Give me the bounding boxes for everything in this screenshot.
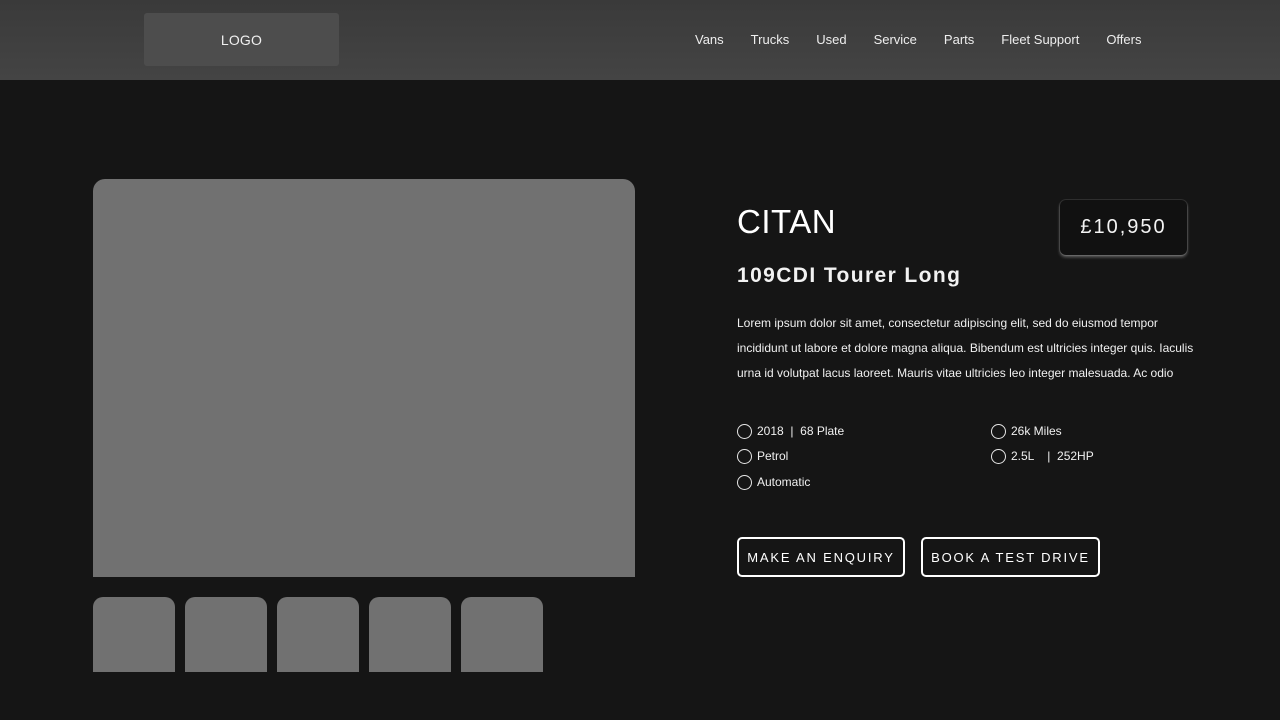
price-badge: £10,950 [1060, 200, 1187, 255]
thumbnail-strip [93, 597, 553, 672]
nav-vans[interactable]: Vans [695, 32, 724, 47]
spec-label: 26k Miles [1011, 424, 1062, 438]
spec-year-plate: 2018 | 68 Plate [737, 421, 844, 441]
spec-mileage: 26k Miles [991, 421, 1062, 441]
circle-icon [737, 423, 752, 439]
spec-label: 2018 | 68 Plate [757, 424, 845, 438]
spec-transmission: Automatic [737, 472, 810, 492]
thumbnail-5[interactable] [461, 597, 543, 672]
main-nav: Vans Trucks Used Service Parts Fleet Sup… [695, 30, 1141, 48]
circle-icon [991, 423, 1006, 439]
thumbnail-2[interactable] [185, 597, 267, 672]
nav-used[interactable]: Used [816, 32, 846, 47]
nav-parts[interactable]: Parts [944, 32, 974, 47]
thumbnail-3[interactable] [277, 597, 359, 672]
thumbnail-1[interactable] [93, 597, 175, 672]
vehicle-description: Lorem ipsum dolor sit amet, consectetur … [737, 316, 1194, 380]
nav-offers[interactable]: Offers [1106, 32, 1141, 47]
spec-label: Petrol [757, 449, 789, 463]
main-vehicle-image [93, 179, 635, 577]
spec-label: 2.5L | 252HP [1011, 449, 1094, 463]
nav-service[interactable]: Service [874, 32, 917, 47]
circle-icon [737, 448, 752, 464]
logo[interactable]: LOGO [144, 13, 339, 66]
nav-trucks[interactable]: Trucks [751, 32, 790, 47]
book-test-drive-button[interactable]: BOOK A TEST DRIVE [921, 537, 1100, 577]
spec-list: 2018 | 68 Plate Petrol Automatic 26k Mil… [737, 421, 1197, 501]
circle-icon [991, 448, 1006, 464]
spec-label: Automatic [757, 475, 811, 489]
spec-fuel: Petrol [737, 446, 788, 466]
thumbnail-4[interactable] [369, 597, 451, 672]
nav-fleet-support[interactable]: Fleet Support [1001, 32, 1079, 47]
circle-icon [737, 474, 752, 490]
vehicle-title: CITAN [737, 203, 837, 240]
site-header: LOGO Vans Trucks Used Service Parts Flee… [0, 0, 1280, 80]
make-enquiry-button[interactable]: MAKE AN ENQUIRY [737, 537, 905, 577]
vehicle-subtitle: 109CDI Tourer Long [737, 264, 962, 287]
spec-engine: 2.5L | 252HP [991, 446, 1094, 466]
